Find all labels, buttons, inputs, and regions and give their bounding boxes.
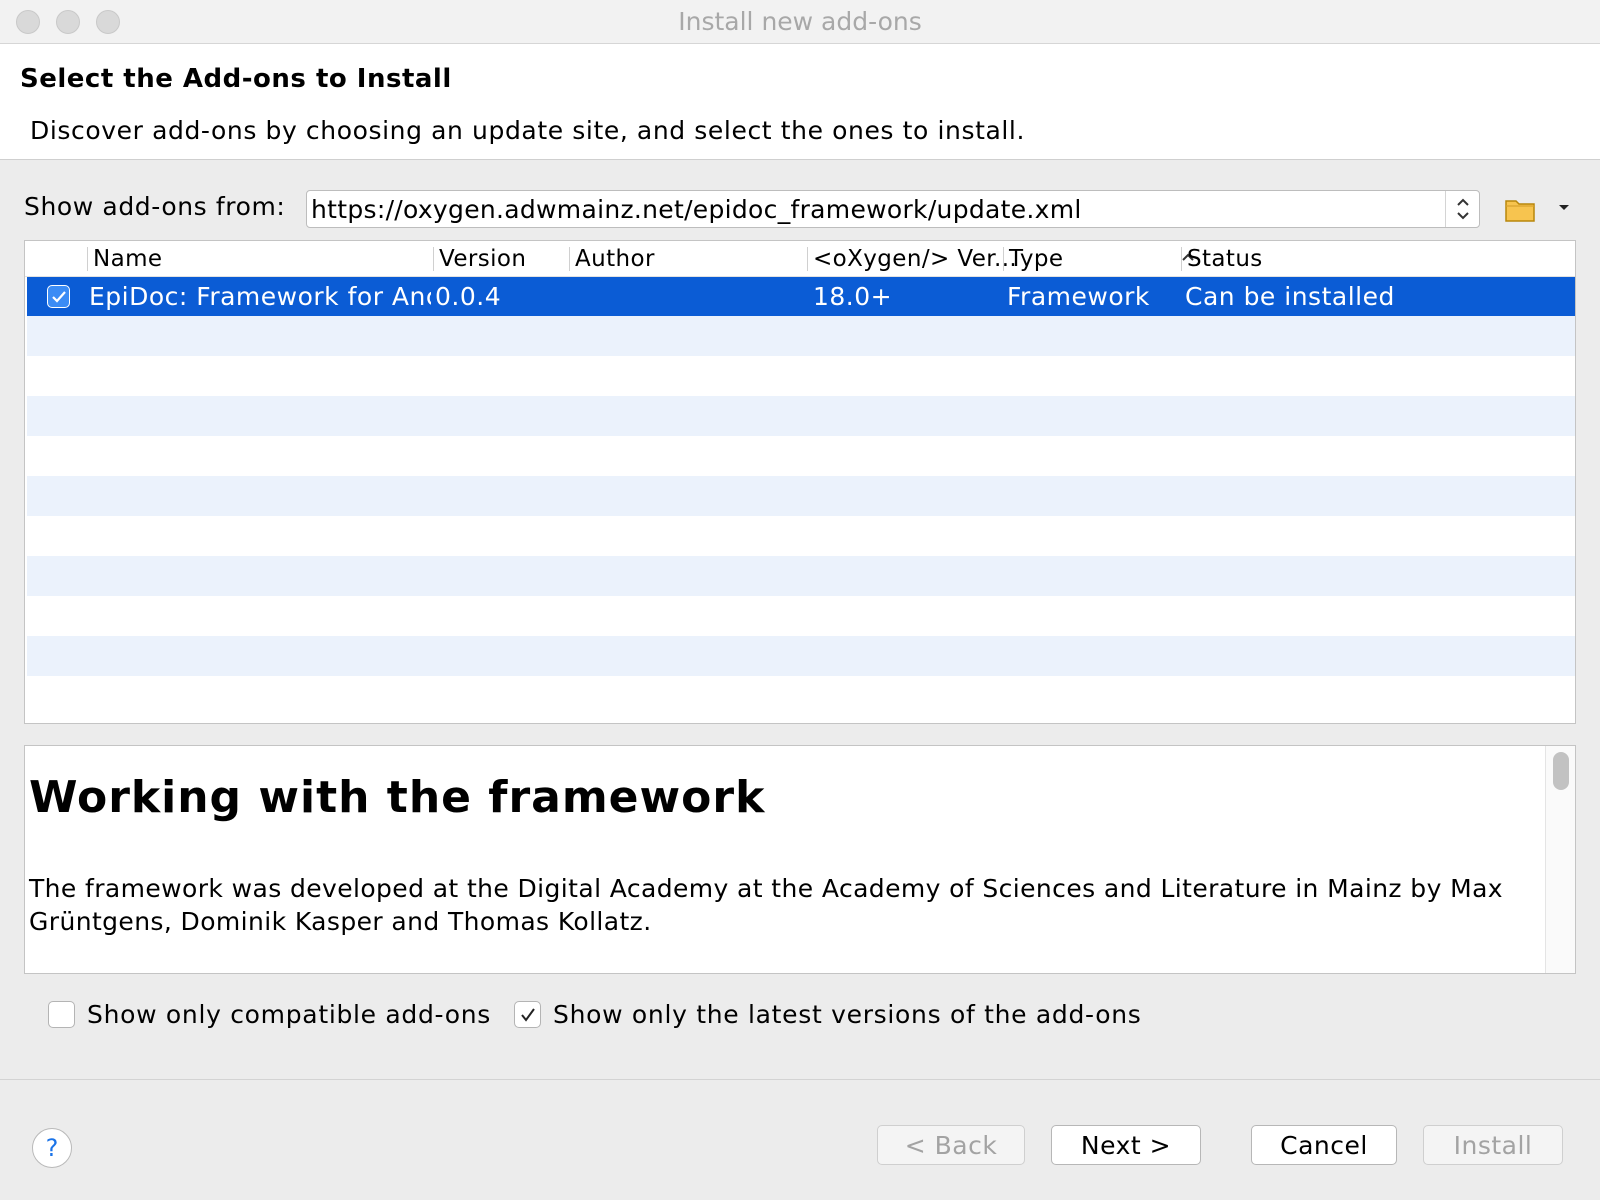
page-title: Select the Add-ons to Install: [20, 64, 452, 94]
cell-author: [573, 277, 805, 316]
help-button[interactable]: ?: [32, 1128, 72, 1168]
folder-icon[interactable]: [1504, 192, 1536, 226]
empty-row: [27, 316, 1575, 356]
row-checkbox[interactable]: [47, 285, 70, 308]
footer-divider: [0, 1079, 1600, 1080]
column-header-status[interactable]: Status: [1181, 241, 1575, 277]
latest-only-checkbox[interactable]: [514, 1001, 541, 1028]
empty-row: [27, 476, 1575, 516]
column-header-type[interactable]: Type: [1003, 241, 1181, 277]
latest-only-label[interactable]: Show only the latest versions of the add…: [553, 1000, 1142, 1029]
empty-row: [27, 516, 1575, 556]
empty-row: [27, 356, 1575, 396]
empty-row: [27, 676, 1575, 716]
cell-type: Framework: [1007, 282, 1150, 311]
title-bar: Install new add-ons: [0, 0, 1600, 44]
scrollbar-thumb[interactable]: [1553, 752, 1569, 790]
dialog-header: Select the Add-ons to Install Discover a…: [0, 44, 1600, 160]
column-header-version[interactable]: Version: [433, 241, 569, 277]
description-text: The framework was developed at the Digit…: [29, 874, 1503, 936]
cancel-button[interactable]: Cancel: [1251, 1125, 1397, 1165]
description-heading: Working with the framework: [29, 772, 766, 823]
window-title: Install new add-ons: [678, 7, 922, 36]
combo-arrows-icon[interactable]: [1445, 191, 1479, 227]
addon-description-panel[interactable]: Working with the framework The framework…: [24, 745, 1576, 974]
column-header-check[interactable]: [25, 241, 87, 277]
column-header-name[interactable]: Name: [87, 241, 433, 277]
cell-name: EpiDoc: Framework for Anci...: [89, 282, 431, 311]
table-body: EpiDoc: Framework for Anci... 0.0.4 18.0…: [27, 277, 1575, 716]
checkmark-icon: [520, 1007, 535, 1022]
column-header-author[interactable]: Author: [569, 241, 807, 277]
compatible-only-option[interactable]: Show only compatible add-ons: [48, 1000, 491, 1029]
source-label: Show add-ons from:: [24, 192, 286, 221]
update-site-combo[interactable]: https://oxygen.adwmainz.net/epidoc_frame…: [306, 190, 1480, 228]
page-description: Discover add-ons by choosing an update s…: [30, 116, 1026, 145]
empty-row: [27, 636, 1575, 676]
next-button[interactable]: Next >: [1051, 1125, 1201, 1165]
cell-status: Can be installed: [1185, 282, 1395, 311]
table-header: Name Version Author <oXygen/> Ver... Typ…: [25, 241, 1575, 277]
checkmark-icon: [51, 290, 66, 303]
empty-row: [27, 556, 1575, 596]
install-button[interactable]: Install: [1423, 1125, 1563, 1165]
compatible-only-checkbox[interactable]: [48, 1001, 75, 1028]
table-row[interactable]: EpiDoc: Framework for Anci... 0.0.4 18.0…: [27, 277, 1575, 316]
dropdown-arrow-icon[interactable]: [1554, 200, 1574, 216]
cell-oxygen-version: 18.0+: [813, 282, 893, 311]
compatible-only-label[interactable]: Show only compatible add-ons: [87, 1000, 491, 1029]
cell-version: 0.0.4: [435, 282, 502, 311]
addons-table[interactable]: Name Version Author <oXygen/> Ver... Typ…: [24, 240, 1576, 724]
update-site-url[interactable]: https://oxygen.adwmainz.net/epidoc_frame…: [311, 195, 1082, 224]
column-header-oxygen-version[interactable]: <oXygen/> Ver...: [807, 241, 1017, 277]
empty-row: [27, 396, 1575, 436]
empty-row: [27, 596, 1575, 636]
back-button[interactable]: < Back: [877, 1125, 1025, 1165]
description-scrollbar[interactable]: [1545, 746, 1575, 973]
latest-only-option[interactable]: Show only the latest versions of the add…: [514, 1000, 1142, 1029]
empty-row: [27, 436, 1575, 476]
